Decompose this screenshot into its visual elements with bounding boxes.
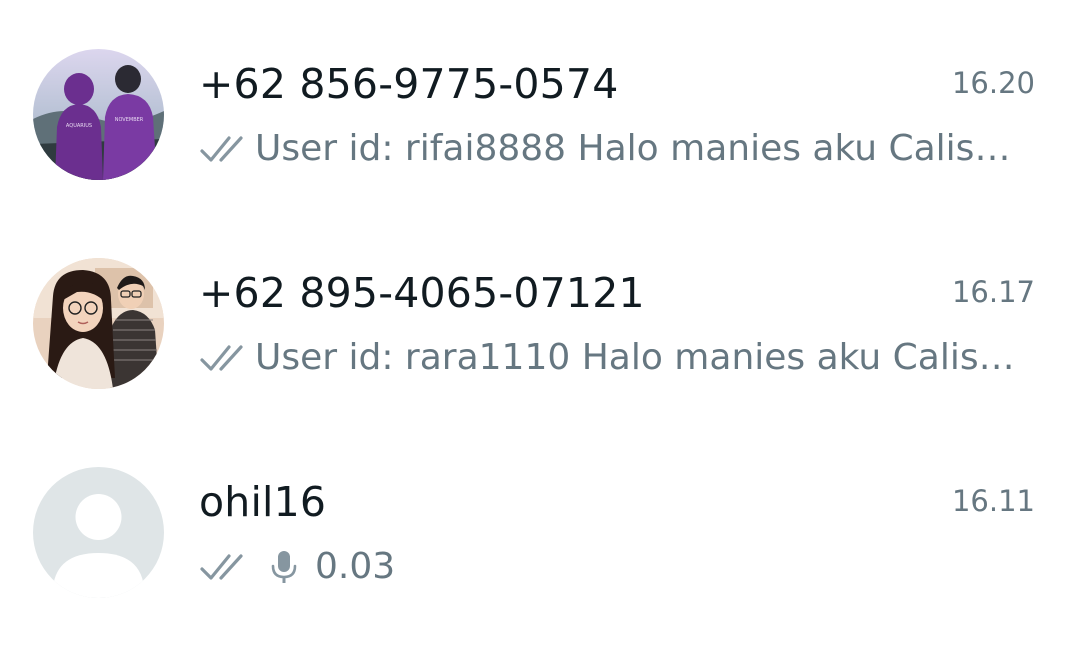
chat-list: AQUARIUS NOVEMBER +62 856-9775-0574 16.2… <box>0 0 1080 647</box>
double-check-icon <box>200 553 243 580</box>
avatar-photo <box>33 258 164 389</box>
chat-name: ohil16 <box>199 478 327 526</box>
chat-row[interactable]: AQUARIUS NOVEMBER +62 856-9775-0574 16.2… <box>0 0 1080 190</box>
chat-row[interactable]: +62 895-4065-07121 16.17 User id: rara11… <box>0 209 1080 399</box>
double-check-icon <box>200 135 243 162</box>
chat-preview: User id: rara1110 Halo manies aku Calis… <box>199 337 1020 378</box>
chat-name: +62 895-4065-07121 <box>199 269 645 317</box>
chat-row[interactable]: ohil16 16.11 0.03 <box>0 418 1080 608</box>
chat-time: 16.11 <box>951 484 1035 518</box>
svg-text:AQUARIUS: AQUARIUS <box>66 123 92 129</box>
chat-preview: 0.03 <box>199 546 1020 587</box>
person-placeholder-icon <box>33 467 164 598</box>
avatar-photo: AQUARIUS NOVEMBER <box>33 49 164 180</box>
double-check-icon <box>200 344 243 371</box>
avatar[interactable] <box>33 258 164 389</box>
preview-text: User id: rifai8888 Halo manies aku Calis… <box>255 128 1011 169</box>
chat-preview: User id: rifai8888 Halo manies aku Calis… <box>199 128 1020 169</box>
default-avatar[interactable] <box>33 467 164 598</box>
chat-name: +62 856-9775-0574 <box>199 60 619 108</box>
microphone-icon <box>271 550 297 583</box>
preview-text: 0.03 <box>315 546 396 587</box>
preview-text: User id: rara1110 Halo manies aku Calis… <box>255 337 1015 378</box>
chat-time: 16.17 <box>951 275 1035 309</box>
avatar[interactable]: AQUARIUS NOVEMBER <box>33 49 164 180</box>
svg-text:NOVEMBER: NOVEMBER <box>115 117 144 123</box>
chat-time: 16.20 <box>951 66 1035 100</box>
